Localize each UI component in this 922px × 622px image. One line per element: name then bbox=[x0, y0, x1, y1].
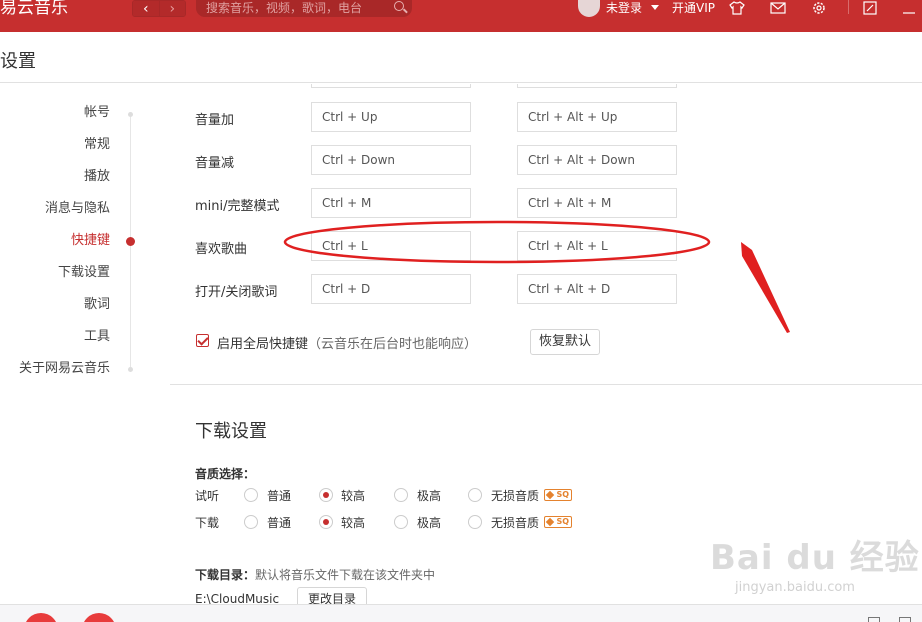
mini-mode-icon[interactable] bbox=[861, 0, 879, 16]
shortcut-local-field[interactable]: Ctrl + L bbox=[311, 231, 471, 261]
radio-label: 无损音质 bbox=[491, 489, 540, 503]
download-section-title: 下载设置 bbox=[195, 421, 267, 442]
gear-icon[interactable] bbox=[810, 0, 828, 16]
login-link[interactable]: 未登录 bbox=[606, 0, 642, 16]
shortcut-global-field[interactable]: Ctrl + Alt + D bbox=[517, 274, 677, 304]
shortcut-row: 音量减 Ctrl + Down Ctrl + Alt + Down bbox=[170, 145, 922, 175]
global-shortcut-label[interactable]: 启用全局快捷键（云音乐在后台时也能响应） bbox=[217, 333, 477, 352]
sidebar-item-about[interactable]: 关于网易云音乐 bbox=[19, 361, 110, 377]
download-dir-note: 默认将音乐文件下载在该文件夹中 bbox=[255, 568, 436, 582]
sq-badge: SQ bbox=[544, 489, 572, 501]
vip-link[interactable]: 开通VIP bbox=[672, 0, 715, 16]
forward-button[interactable]: › bbox=[158, 0, 185, 17]
app-window: 易云音乐 ‹ › 搜索音乐，视频，歌词，电台 未登录 开通VIP 设置 帐号 常… bbox=[0, 0, 922, 622]
tshirt-icon[interactable] bbox=[728, 0, 746, 16]
sidebar-active-dot bbox=[126, 237, 135, 246]
settings-content: 音量加 Ctrl + Up Ctrl + Alt + Up 音量减 Ctrl +… bbox=[170, 84, 922, 604]
avatar[interactable] bbox=[578, 0, 600, 17]
mail-icon[interactable] bbox=[769, 0, 787, 16]
shortcut-global-field[interactable]: Ctrl + Alt + Down bbox=[517, 145, 677, 175]
sidebar-item-privacy[interactable]: 消息与隐私 bbox=[45, 201, 110, 217]
sidebar-item-general[interactable]: 常规 bbox=[84, 137, 110, 153]
shortcut-row: mini/完整模式 Ctrl + M Ctrl + Alt + M bbox=[170, 188, 922, 218]
download-dir-label: 下载目录：默认将音乐文件下载在该文件夹中 bbox=[195, 566, 435, 583]
radio-lossless[interactable] bbox=[468, 515, 482, 529]
shortcut-local-field[interactable]: Ctrl + D bbox=[311, 274, 471, 304]
radio-label: 极高 bbox=[417, 489, 442, 503]
shortcut-action-label: 喜欢歌曲 bbox=[195, 242, 248, 257]
radio-lossless[interactable] bbox=[468, 488, 482, 502]
shortcut-field-partial bbox=[311, 84, 471, 88]
radio-label: 普通 bbox=[267, 489, 292, 503]
quality-row-label: 试听 bbox=[195, 489, 220, 503]
shortcut-global-field[interactable]: Ctrl + Alt + M bbox=[517, 188, 677, 218]
sidebar-dot bbox=[128, 112, 133, 117]
sidebar-item-account[interactable]: 帐号 bbox=[84, 105, 110, 121]
global-shortcut-note: （云音乐在后台时也能响应） bbox=[308, 337, 478, 352]
sidebar-item-lyrics[interactable]: 歌词 bbox=[84, 297, 110, 313]
radio-very-high[interactable] bbox=[394, 488, 408, 502]
settings-sidebar: 帐号 常规 播放 消息与隐私 快捷键 下载设置 歌词 工具 关于网易云音乐 bbox=[0, 84, 170, 604]
back-button[interactable]: ‹ bbox=[133, 1, 159, 16]
radio-label: 较高 bbox=[341, 516, 366, 530]
search-placeholder: 搜索音乐，视频，歌词，电台 bbox=[206, 1, 363, 15]
shortcut-row: 打开/关闭歌词 Ctrl + D Ctrl + Alt + D bbox=[170, 274, 922, 304]
sq-badge: SQ bbox=[544, 516, 572, 528]
sidebar-item-download[interactable]: 下载设置 bbox=[58, 265, 110, 281]
shortcut-row: 喜欢歌曲 Ctrl + L Ctrl + Alt + L bbox=[170, 231, 922, 261]
radio-high[interactable] bbox=[319, 488, 333, 502]
shortcut-local-field[interactable]: Ctrl + M bbox=[311, 188, 471, 218]
download-dir-path: E:\CloudMusic bbox=[195, 592, 280, 604]
global-shortcut-text: 启用全局快捷键 bbox=[217, 337, 309, 352]
radio-normal[interactable] bbox=[244, 515, 258, 529]
shortcut-action-label: mini/完整模式 bbox=[195, 199, 280, 214]
download-dir-title: 下载目录： bbox=[195, 568, 256, 582]
quality-row-preview: 试听 普通 较高 极高 无损音质 SQ bbox=[170, 487, 922, 505]
radio-high[interactable] bbox=[319, 515, 333, 529]
player-bar bbox=[0, 604, 922, 622]
quality-title: 音质选择： bbox=[195, 467, 256, 481]
sidebar-item-playback[interactable]: 播放 bbox=[84, 169, 110, 185]
quality-row-download: 下载 普通 较高 极高 无损音质 SQ bbox=[170, 514, 922, 532]
chevron-right-icon: › bbox=[169, 0, 176, 17]
radio-label: 极高 bbox=[417, 516, 442, 530]
sidebar-item-shortcuts[interactable]: 快捷键 bbox=[71, 233, 110, 249]
title-bar: 易云音乐 ‹ › 搜索音乐，视频，歌词，电台 未登录 开通VIP bbox=[0, 0, 922, 32]
section-divider bbox=[170, 384, 922, 385]
shortcut-field-partial bbox=[517, 84, 677, 88]
shortcut-action-label: 打开/关闭歌词 bbox=[195, 285, 278, 300]
global-shortcut-checkbox[interactable] bbox=[196, 334, 209, 347]
shortcut-row: 音量加 Ctrl + Up Ctrl + Alt + Up bbox=[170, 102, 922, 132]
sidebar-item-tools[interactable]: 工具 bbox=[84, 329, 110, 345]
page-header: 设置 bbox=[0, 32, 922, 83]
radio-very-high[interactable] bbox=[394, 515, 408, 529]
chevron-left-icon: ‹ bbox=[142, 0, 149, 17]
shortcut-local-field[interactable]: Ctrl + Down bbox=[311, 145, 471, 175]
search-input[interactable]: 搜索音乐，视频，歌词，电台 bbox=[196, 0, 412, 17]
chevron-down-icon[interactable] bbox=[651, 5, 659, 10]
title-bar-divider bbox=[848, 0, 849, 14]
radio-label: 较高 bbox=[341, 489, 366, 503]
app-brand: 易云音乐 bbox=[0, 0, 68, 18]
playlist-icon[interactable] bbox=[868, 617, 880, 622]
reset-defaults-button[interactable]: 恢复默认 bbox=[530, 329, 600, 355]
shortcut-global-field[interactable]: Ctrl + Alt + Up bbox=[517, 102, 677, 132]
shortcut-action-label: 音量减 bbox=[195, 156, 235, 171]
prev-button[interactable] bbox=[24, 613, 58, 622]
radio-normal[interactable] bbox=[244, 488, 258, 502]
shortcut-local-field[interactable]: Ctrl + Up bbox=[311, 102, 471, 132]
quality-row-label: 下载 bbox=[195, 516, 220, 530]
lyrics-icon[interactable] bbox=[899, 617, 911, 622]
nav-buttons: ‹ › bbox=[132, 0, 186, 17]
shortcut-action-label: 音量加 bbox=[195, 113, 235, 128]
page-title: 设置 bbox=[0, 51, 36, 72]
radio-label: 普通 bbox=[267, 516, 292, 530]
sidebar-dot bbox=[128, 367, 133, 372]
search-icon[interactable] bbox=[394, 1, 404, 11]
minimize-icon[interactable] bbox=[900, 0, 918, 16]
radio-label: 无损音质 bbox=[491, 516, 540, 530]
play-button[interactable] bbox=[82, 613, 116, 622]
change-dir-button[interactable]: 更改目录 bbox=[297, 587, 367, 604]
shortcut-global-field[interactable]: Ctrl + Alt + L bbox=[517, 231, 677, 261]
